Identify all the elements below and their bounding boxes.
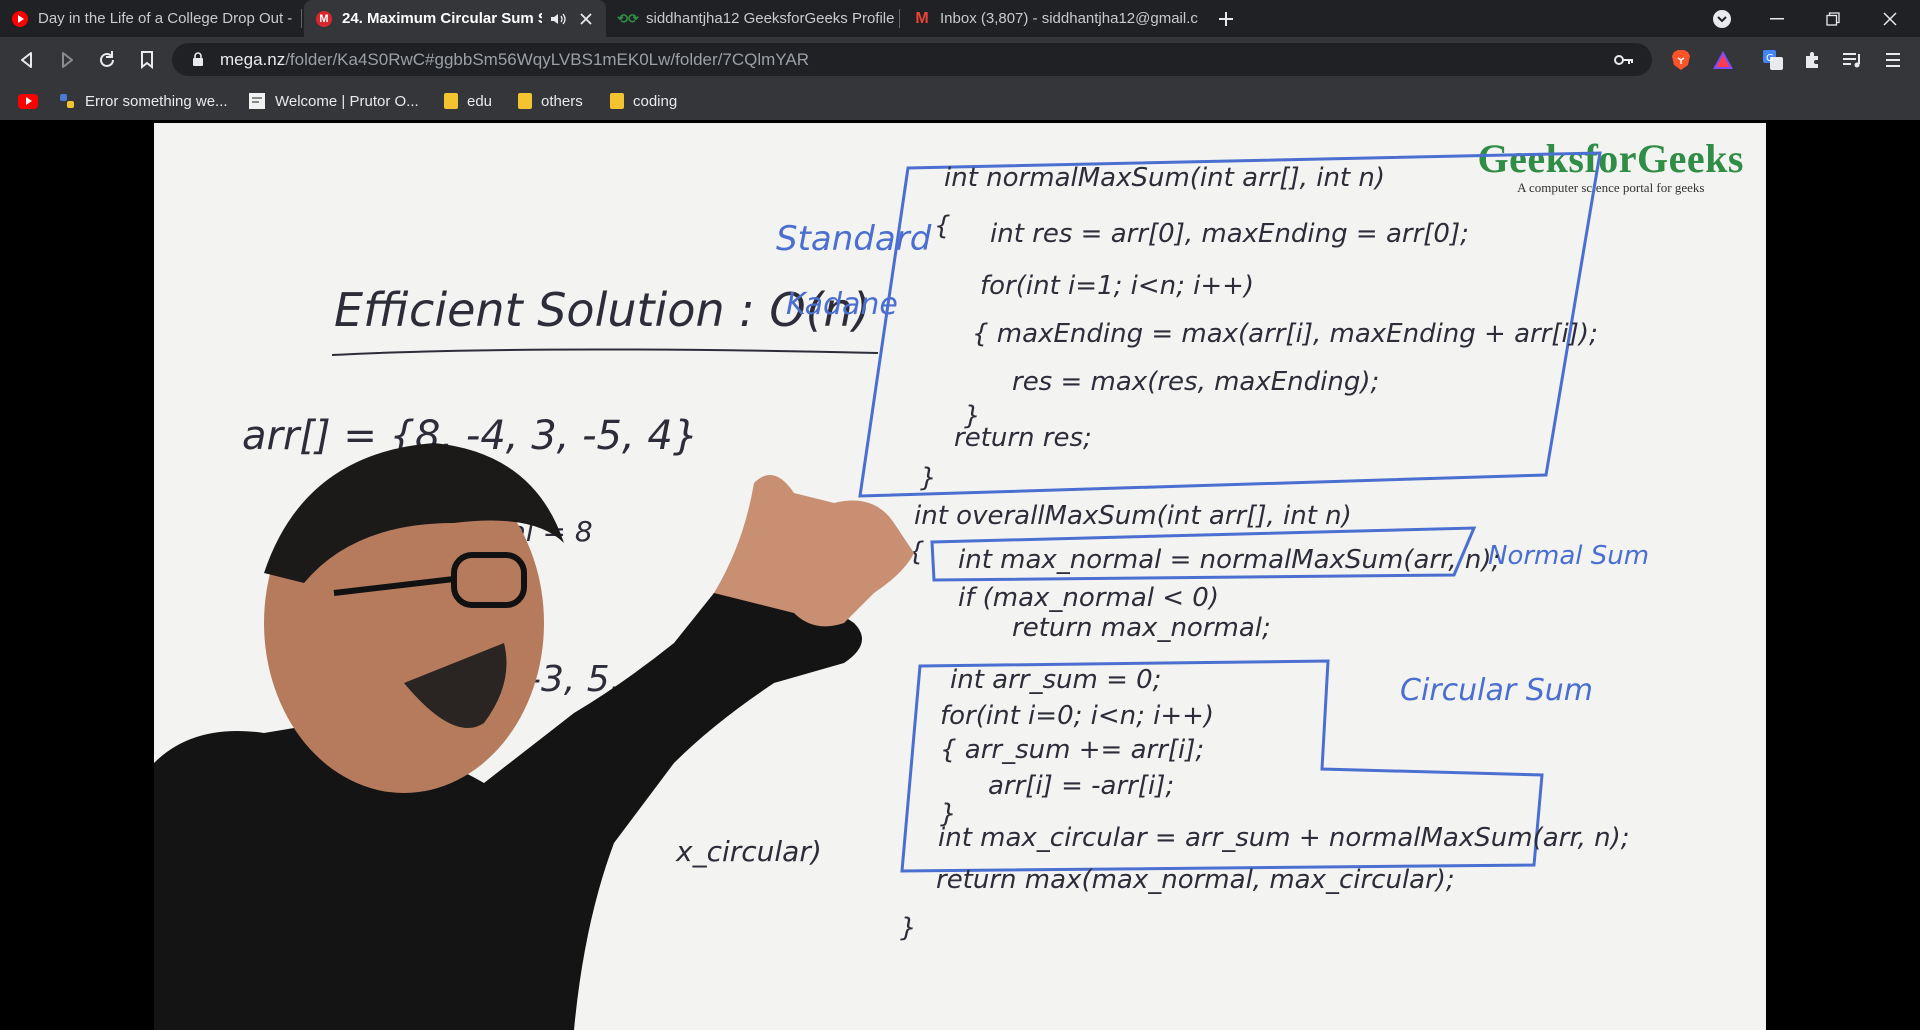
tab-title: 24. Maximum Circular Sum Su	[342, 10, 542, 27]
page-icon	[248, 92, 266, 110]
forward-button[interactable]	[50, 37, 84, 82]
bookmark-label: coding	[633, 92, 678, 110]
minimize-icon	[1770, 17, 1784, 19]
brave-lion-icon	[1672, 49, 1690, 70]
video-player[interactable]: GeeksforGeeks A computer science portal …	[0, 120, 1920, 1030]
bookmark-label: edu	[467, 92, 493, 110]
bookmark-label: Error something we...	[85, 92, 228, 110]
brave-shields-button[interactable]	[1664, 37, 1698, 82]
brave-rewards-button[interactable]	[1706, 37, 1740, 82]
puzzle-icon	[1806, 51, 1818, 68]
bookmark-error[interactable]: Error something we...	[58, 82, 228, 120]
hamburger-icon	[1886, 52, 1900, 67]
rewards-triangle-icon	[1713, 50, 1733, 69]
back-button[interactable]	[10, 37, 44, 82]
url-text[interactable]: mega.nz/folder/Ka4S0RwC#ggbbSm56WqyLVBS1…	[220, 50, 809, 70]
tab-title: siddhantjha12 GeeksforGeeks Profile	[646, 10, 895, 27]
tab-search-button[interactable]	[1706, 0, 1738, 37]
tab-title: Day in the Life of a College Drop Out -	[38, 10, 293, 27]
forward-arrow-icon	[62, 51, 73, 68]
tab-separator	[301, 9, 302, 28]
translate-extension-button[interactable]: G	[1756, 37, 1790, 82]
bookmark-label: Welcome | Prutor O...	[275, 92, 419, 110]
translate-icon: G	[1763, 49, 1783, 70]
lock-icon[interactable]	[188, 52, 208, 67]
bookmark-label: others	[541, 92, 583, 110]
new-tab-button[interactable]	[1212, 0, 1240, 37]
svg-text:G: G	[1766, 53, 1774, 64]
tab-youtube[interactable]: Day in the Life of a College Drop Out -	[0, 0, 302, 37]
back-arrow-icon	[21, 51, 32, 68]
bookmarks-bar: Error something we... Welcome | Prutor O…	[0, 82, 1920, 120]
bookmark-icon	[141, 50, 153, 69]
gfg-icon: ⟲⟳	[617, 10, 639, 26]
tab-title: Inbox (3,807) - siddhantjha12@gmail.c	[940, 10, 1198, 27]
url-path: /folder/Ka4S0RwC#ggbbSm56WqyLVBS1mEK0Lw/…	[285, 49, 809, 69]
gmail-icon: M	[915, 9, 929, 27]
whiteboard-frame: GeeksforGeeks A computer science portal …	[154, 123, 1766, 1030]
youtube-icon	[18, 93, 38, 109]
speaker-icon[interactable]	[550, 12, 566, 26]
youtube-icon	[12, 10, 28, 27]
bookmark-folder-edu[interactable]: edu	[444, 82, 492, 120]
bookmark-page-button[interactable]	[130, 37, 164, 82]
tab-strip: Day in the Life of a College Drop Out - …	[0, 0, 1920, 37]
folder-icon	[444, 93, 458, 109]
browser-toolbar: mega.nz/folder/Ka4S0RwC#ggbbSm56WqyLVBS1…	[0, 37, 1920, 82]
tab-mega-active[interactable]: M 24. Maximum Circular Sum Su	[304, 0, 606, 37]
mega-icon: M	[316, 10, 332, 27]
bookmark-youtube[interactable]	[18, 82, 47, 120]
url-host: mega.nz	[220, 49, 286, 69]
bookmark-prutor[interactable]: Welcome | Prutor O...	[248, 82, 419, 120]
reload-icon	[100, 50, 114, 67]
tab-separator	[899, 9, 900, 28]
presenter-silhouette	[154, 443, 914, 1030]
extensions-button[interactable]	[1796, 37, 1830, 82]
menu-button[interactable]	[1876, 37, 1910, 82]
minimize-button[interactable]	[1760, 0, 1794, 37]
bookmark-folder-coding[interactable]: coding	[610, 82, 677, 120]
playlist-icon	[1843, 52, 1860, 67]
folder-icon	[610, 93, 624, 109]
reload-button[interactable]	[90, 37, 124, 82]
close-icon	[1883, 11, 1897, 26]
folder-icon	[518, 93, 532, 109]
restore-icon	[1826, 11, 1840, 26]
tab-gfg-profile[interactable]: ⟲⟳ siddhantjha12 GeeksforGeeks Profile	[608, 0, 900, 37]
media-controls-button[interactable]	[1836, 37, 1870, 82]
address-bar[interactable]: mega.nz/folder/Ka4S0RwC#ggbbSm56WqyLVBS1…	[172, 43, 1652, 76]
chevron-down-icon	[1713, 9, 1731, 28]
restore-button[interactable]	[1816, 0, 1850, 37]
close-tab-icon[interactable]	[580, 12, 592, 25]
bookmark-folder-others[interactable]: others	[518, 82, 583, 120]
plus-icon	[1219, 11, 1233, 26]
close-window-button[interactable]	[1872, 0, 1908, 37]
tab-gmail[interactable]: M Inbox (3,807) - siddhantjha12@gmail.c	[902, 0, 1204, 37]
py-icon	[58, 92, 76, 110]
key-icon[interactable]	[1614, 54, 1634, 66]
